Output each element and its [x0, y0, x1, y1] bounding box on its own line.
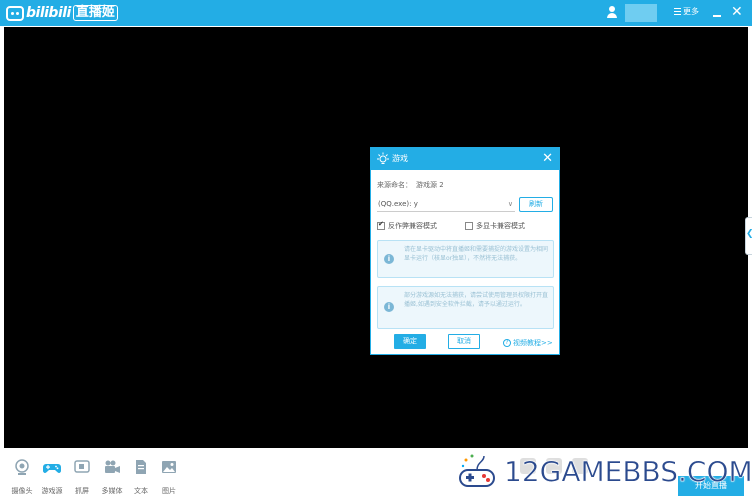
- watermark: 12GAMEBBS.COM: [458, 452, 752, 492]
- source-name-value[interactable]: 游戏源 2: [416, 181, 444, 189]
- game-source-dialog: 游戏 ✕ 来源命名： 游戏源 2 (QQ.exe): y ∨ 刷新 反作弊兼容模式…: [370, 147, 560, 355]
- dialog-close-button[interactable]: ✕: [542, 151, 553, 166]
- tv-logo-icon: [6, 5, 24, 21]
- watermark-gamepad-icon: [459, 454, 495, 487]
- admin-notice-text: 部分游戏源如无法捕获，请尝试使用管理员权限打开直播姬,如遇到安全软件拦截，请予以…: [404, 292, 549, 308]
- lightbulb-icon: [377, 152, 389, 164]
- gpu-notice-text: 请在显卡驱动中将直播姬和需要捕捉的游戏设置为相同显卡运行（核显or独显），不然将…: [404, 246, 549, 262]
- ok-button[interactable]: 确定: [394, 334, 426, 349]
- username-box[interactable]: [625, 4, 657, 22]
- dialog-title: 游戏: [392, 154, 408, 163]
- camera-icon: [15, 459, 29, 475]
- gamepad-icon: [43, 464, 61, 473]
- info-icon: i: [384, 254, 394, 264]
- video-tutorial-link[interactable]: ? 视频教程>>: [503, 338, 553, 348]
- anticheat-label: 反作弊兼容模式: [388, 222, 437, 230]
- minimize-button[interactable]: [713, 15, 721, 17]
- cancel-button[interactable]: 取消: [448, 334, 480, 349]
- multi-gpu-label: 多显卡兼容模式: [476, 222, 525, 230]
- more-label: 更多: [683, 7, 699, 16]
- image-icon: [162, 461, 176, 473]
- admin-notice: i 部分游戏源如无法捕获，请尝试使用管理员权限打开直播姬,如遇到安全软件拦截，请…: [377, 286, 554, 329]
- anticheat-checkbox[interactable]: 反作弊兼容模式: [377, 220, 437, 231]
- side-panel-toggle[interactable]: ❮: [745, 217, 752, 255]
- chevron-left-icon: ❮: [746, 229, 752, 239]
- user-icon[interactable]: [607, 6, 617, 18]
- text-icon: [136, 460, 146, 474]
- video-tutorial-label: 视频教程>>: [513, 339, 553, 347]
- info-icon: i: [384, 302, 394, 312]
- more-menu-button[interactable]: 更多: [674, 6, 699, 17]
- multi-gpu-checkbox[interactable]: 多显卡兼容模式: [465, 221, 525, 231]
- app-logo: bilibili 直播姬: [6, 4, 118, 22]
- toolbar-image-label: 图片: [162, 487, 176, 495]
- source-name-label: 来源命名：: [377, 181, 412, 189]
- chevron-down-icon: ∨: [507, 200, 513, 208]
- source-name-row: 来源命名： 游戏源 2: [377, 180, 444, 190]
- gpu-notice: i 请在显卡驱动中将直播姬和需要捕捉的游戏设置为相同显卡运行（核显or独显），不…: [377, 240, 554, 278]
- logo-brand: bilibili: [26, 5, 71, 21]
- screen-capture-icon: [74, 460, 90, 473]
- refresh-button[interactable]: 刷新: [519, 197, 553, 212]
- menu-icon: [674, 8, 681, 15]
- title-bar: bilibili 直播姬 更多 ✕: [0, 0, 752, 26]
- window-select[interactable]: (QQ.exe): y ∨: [377, 198, 515, 212]
- window-select-value: (QQ.exe): y: [378, 200, 418, 208]
- checkbox-checked[interactable]: [377, 220, 385, 230]
- logo-sub: 直播姬: [72, 5, 118, 21]
- watermark-text: 12GAMEBBS.COM: [504, 455, 752, 488]
- help-icon: ?: [503, 339, 511, 347]
- dialog-header: 游戏 ✕: [371, 148, 559, 170]
- checkbox-unchecked[interactable]: [465, 222, 473, 230]
- close-window-button[interactable]: ✕: [731, 4, 743, 20]
- video-icon: [105, 460, 120, 473]
